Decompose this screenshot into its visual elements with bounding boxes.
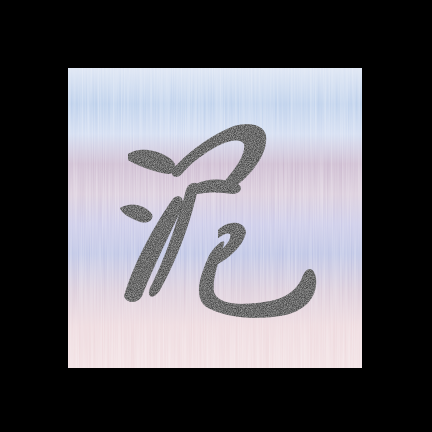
image-frame	[0, 0, 432, 432]
calligraphy-artwork	[68, 68, 362, 368]
calligraphy-tile	[68, 68, 362, 368]
paper-fibers	[68, 68, 362, 368]
